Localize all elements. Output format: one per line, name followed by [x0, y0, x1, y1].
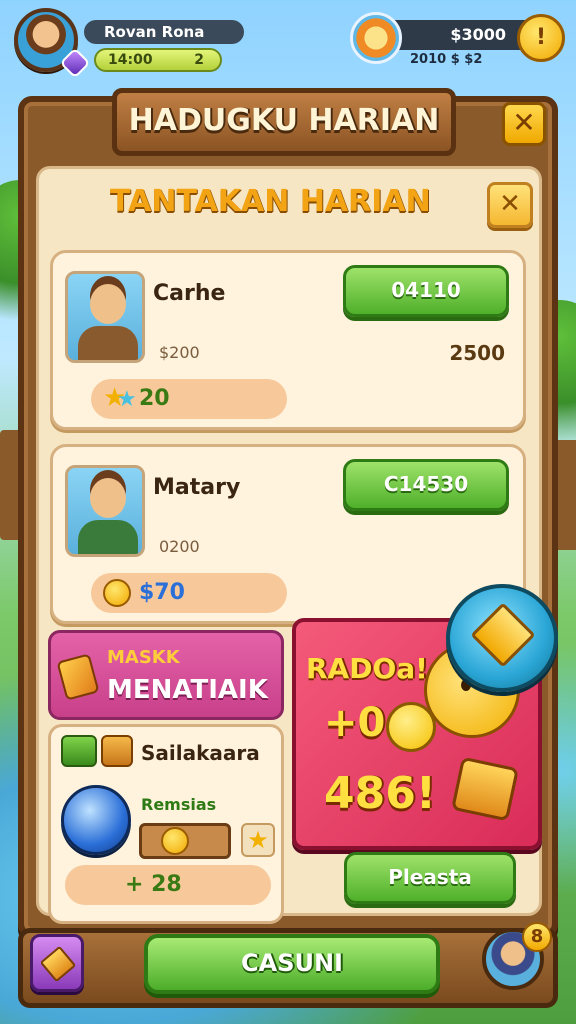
challenge-value: 2500	[449, 341, 505, 365]
reward-amount: $70	[139, 580, 185, 605]
portrait-head	[90, 284, 126, 324]
xp-bar: 14:00 2	[94, 48, 222, 72]
smiley-icon	[386, 702, 436, 752]
challenge-reward: ★ ★ 20	[91, 379, 287, 419]
star-slot-icon: ★	[241, 823, 275, 857]
currency-hud[interactable]: $3000 2010 $ $2 !	[350, 6, 565, 70]
pencil-icon	[56, 653, 100, 701]
mask-task-title: MENATIAIK	[107, 675, 268, 705]
bonus-task-panel[interactable]: Sailakaara Remsias ★ + 28	[48, 724, 284, 924]
window-title: HADUGKU HARIAN	[112, 88, 456, 156]
challenge-name: Carhe	[153, 281, 226, 306]
character-portrait	[65, 271, 145, 363]
player-hud[interactable]: Rovan Rona 14:00 2	[14, 8, 244, 79]
mask-task-label: MASKK	[107, 647, 180, 668]
gift-icon	[61, 735, 97, 767]
section-close-button[interactable]: ✕	[487, 182, 533, 228]
mask-task-panel[interactable]: MASKK MENATIAIK	[48, 630, 284, 720]
challenge-cost: $200	[159, 343, 200, 362]
portrait-body	[78, 520, 138, 554]
challenge-claim-button[interactable]: 04110	[343, 265, 509, 317]
bonus-reward: + 28	[65, 865, 271, 905]
promo-headline: RADOa!	[306, 652, 428, 685]
crystal-orb-icon	[61, 785, 131, 855]
portrait-body	[78, 326, 138, 360]
promo-bonus: +0	[324, 700, 386, 746]
coin-sub-balance: 2010 $ $2	[410, 52, 483, 67]
build-button[interactable]	[30, 934, 84, 992]
star-icon: ★	[117, 387, 137, 412]
coin-icon	[103, 579, 131, 607]
challenge-cost: 0200	[159, 537, 200, 556]
challenge-reward: $70	[91, 573, 287, 613]
bonus-task-title: Sailakaara	[141, 741, 260, 765]
challenge-claim-button[interactable]: C14530	[343, 459, 509, 511]
character-portrait	[65, 465, 145, 557]
challenge-card[interactable]: Matary 0200 C14530 $70	[50, 444, 526, 624]
main-action-button[interactable]: CASUNI	[144, 934, 440, 994]
chest-icon	[451, 756, 519, 822]
challenge-card[interactable]: Carhe $200 2500 04110 ★ ★ 20	[50, 250, 526, 430]
promo-amount: 486!	[324, 768, 436, 819]
player-level: 2	[194, 52, 204, 68]
reward-bag-icon[interactable]	[350, 12, 402, 64]
player-name: Rovan Rona	[84, 20, 244, 44]
reward-amount: 20	[139, 386, 170, 411]
add-coins-button[interactable]: !	[517, 14, 565, 62]
xp-value: 14:00	[108, 52, 153, 68]
friend-notification-badge: 8	[522, 922, 552, 952]
promo-button[interactable]: Pleasta	[344, 852, 516, 904]
coin-icon	[161, 827, 189, 855]
portrait-head	[90, 478, 126, 518]
challenge-name: Matary	[153, 475, 241, 500]
chevron-icon	[470, 602, 536, 668]
arrow-badge-icon[interactable]	[446, 584, 558, 692]
window-close-button[interactable]: ✕	[502, 102, 546, 146]
box-icon	[101, 735, 133, 767]
bonus-task-label: Remsias	[141, 795, 217, 814]
section-title: TANTAKAN HARIAN	[110, 184, 431, 219]
hammer-icon	[39, 945, 77, 983]
